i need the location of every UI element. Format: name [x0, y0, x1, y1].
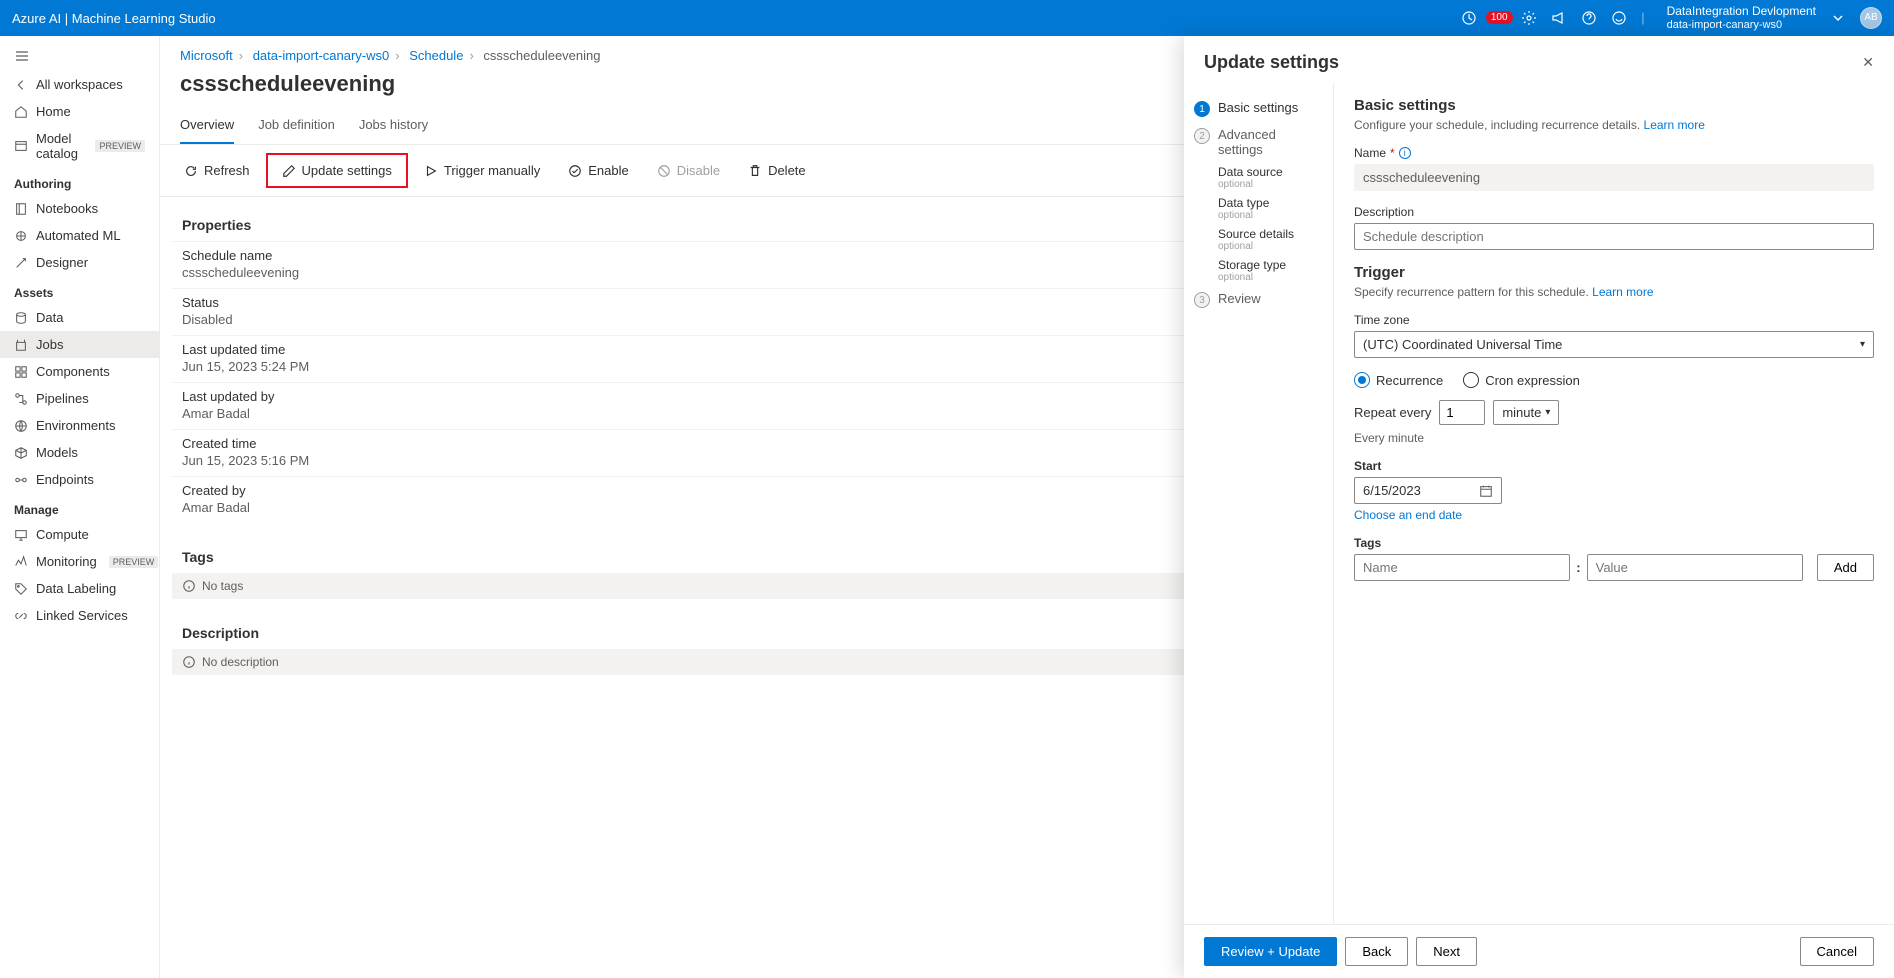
avatar[interactable]: AB [1860, 7, 1882, 29]
learn-more-link[interactable]: Learn more [1644, 118, 1705, 132]
sidebar-item-data-labeling[interactable]: Data Labeling [0, 575, 159, 602]
back-button[interactable]: Back [1345, 937, 1408, 966]
sidebar-item-monitoring[interactable]: MonitoringPREVIEW [0, 548, 159, 575]
breadcrumb-current: cssscheduleevening [483, 48, 600, 63]
calendar-icon [1479, 484, 1493, 498]
disable-button: Disable [645, 157, 732, 184]
substep-data-source[interactable]: Data sourceoptional [1218, 162, 1323, 193]
tab-overview[interactable]: Overview [180, 111, 234, 144]
description-label: Description [1354, 205, 1874, 219]
step-advanced-settings[interactable]: 2Advanced settings [1194, 122, 1323, 162]
breadcrumb-item[interactable]: Microsoft [180, 48, 233, 63]
sidebar-item-components[interactable]: Components [0, 358, 159, 385]
cancel-button[interactable]: Cancel [1800, 937, 1874, 966]
sidebar-item-jobs[interactable]: Jobs [0, 331, 159, 358]
tag-value-input[interactable] [1587, 554, 1803, 581]
sidebar-item-linked-services[interactable]: Linked Services [0, 602, 159, 629]
trigger-manually-button[interactable]: Trigger manually [412, 157, 552, 184]
account-switcher[interactable]: DataIntegration Devlopment data-import-c… [1667, 4, 1816, 32]
sidebar-item-environments[interactable]: Environments [0, 412, 159, 439]
name-label: Name*i [1354, 146, 1874, 160]
sidebar-item-model-catalog[interactable]: Model catalogPREVIEW [0, 125, 159, 167]
substep-storage-type[interactable]: Storage typeoptional [1218, 255, 1323, 286]
section-assets: Assets [0, 276, 159, 304]
timezone-select[interactable]: (UTC) Coordinated Universal Time▾ [1354, 331, 1874, 358]
substep-source-details[interactable]: Source detailsoptional [1218, 224, 1323, 255]
trigger-subtext: Specify recurrence pattern for this sche… [1354, 285, 1874, 299]
tab-jobs-history[interactable]: Jobs history [359, 111, 428, 144]
repeat-unit-select[interactable]: minute▾ [1493, 400, 1559, 425]
name-input: cssscheduleevening [1354, 164, 1874, 191]
sidebar-item-compute[interactable]: Compute [0, 521, 159, 548]
update-settings-panel: Update settings ✕ 1Basic settings 2Advan… [1184, 36, 1894, 978]
help-icon[interactable] [1581, 10, 1597, 26]
radio-recurrence[interactable]: Recurrence [1354, 372, 1443, 388]
info-icon[interactable]: i [1399, 147, 1411, 159]
form-heading: Basic settings [1354, 97, 1874, 114]
megaphone-icon[interactable] [1551, 10, 1567, 26]
add-tag-button[interactable]: Add [1817, 554, 1874, 581]
section-manage: Manage [0, 493, 159, 521]
chevron-down-icon[interactable] [1830, 10, 1846, 26]
panel-steps: 1Basic settings 2Advanced settings Data … [1184, 83, 1334, 924]
preview-badge: PREVIEW [95, 140, 145, 152]
substep-data-type[interactable]: Data typeoptional [1218, 193, 1323, 224]
divider: | [1641, 10, 1644, 25]
chevron-down-icon: ▾ [1545, 407, 1550, 418]
sidebar-item-designer[interactable]: Designer [0, 249, 159, 276]
menu-toggle-icon[interactable] [0, 44, 159, 71]
delete-button[interactable]: Delete [736, 157, 818, 184]
update-settings-button[interactable]: Update settings [266, 153, 408, 188]
chevron-down-icon: ▾ [1860, 339, 1865, 350]
sidebar-item-pipelines[interactable]: Pipelines [0, 385, 159, 412]
form-subtext: Configure your schedule, including recur… [1354, 118, 1874, 132]
panel-form: Basic settings Configure your schedule, … [1334, 83, 1894, 924]
sidebar-item-endpoints[interactable]: Endpoints [0, 466, 159, 493]
step-basic-settings[interactable]: 1Basic settings [1194, 95, 1323, 122]
step-review[interactable]: 3Review [1194, 286, 1323, 313]
learn-more-link[interactable]: Learn more [1592, 285, 1653, 299]
topbar-title: Azure AI | Machine Learning Studio [12, 11, 216, 26]
enable-button[interactable]: Enable [556, 157, 640, 184]
back-all-workspaces[interactable]: All workspaces [0, 71, 159, 98]
tab-job-definition[interactable]: Job definition [258, 111, 335, 144]
sidebar-item-home[interactable]: Home [0, 98, 159, 125]
sidebar-item-automated-ml[interactable]: Automated ML [0, 222, 159, 249]
sidebar: All workspaces Home Model catalogPREVIEW… [0, 36, 160, 978]
feedback-icon[interactable] [1611, 10, 1627, 26]
start-label: Start [1354, 459, 1874, 473]
repeat-value-input[interactable] [1439, 400, 1485, 425]
breadcrumb-item[interactable]: Schedule [409, 48, 463, 63]
panel-title: Update settings [1204, 52, 1339, 73]
close-icon[interactable]: ✕ [1862, 54, 1874, 71]
tag-separator: : [1576, 560, 1580, 575]
info-icon [182, 655, 196, 669]
choose-end-date-link[interactable]: Choose an end date [1354, 508, 1462, 522]
radio-cron[interactable]: Cron expression [1463, 372, 1580, 388]
sidebar-item-notebooks[interactable]: Notebooks [0, 195, 159, 222]
repeat-label: Repeat every [1354, 405, 1431, 420]
repeat-summary: Every minute [1354, 431, 1874, 445]
trigger-heading: Trigger [1354, 264, 1874, 281]
refresh-button[interactable]: Refresh [172, 157, 262, 184]
preview-badge: PREVIEW [109, 556, 159, 568]
notifications-icon[interactable]: 100 [1491, 10, 1507, 26]
next-button[interactable]: Next [1416, 937, 1477, 966]
section-authoring: Authoring [0, 167, 159, 195]
breadcrumb-item[interactable]: data-import-canary-ws0 [253, 48, 390, 63]
panel-footer: Review + Update Back Next Cancel [1184, 924, 1894, 978]
topbar: Azure AI | Machine Learning Studio 100 |… [0, 0, 1894, 36]
settings-icon[interactable] [1521, 10, 1537, 26]
review-update-button[interactable]: Review + Update [1204, 937, 1337, 966]
tag-name-input[interactable] [1354, 554, 1570, 581]
history-icon[interactable] [1461, 10, 1477, 26]
start-date-input[interactable]: 6/15/2023 [1354, 477, 1502, 504]
description-input[interactable] [1354, 223, 1874, 250]
sidebar-item-data[interactable]: Data [0, 304, 159, 331]
timezone-label: Time zone [1354, 313, 1874, 327]
tags-label: Tags [1354, 536, 1874, 550]
info-icon [182, 579, 196, 593]
sidebar-item-models[interactable]: Models [0, 439, 159, 466]
